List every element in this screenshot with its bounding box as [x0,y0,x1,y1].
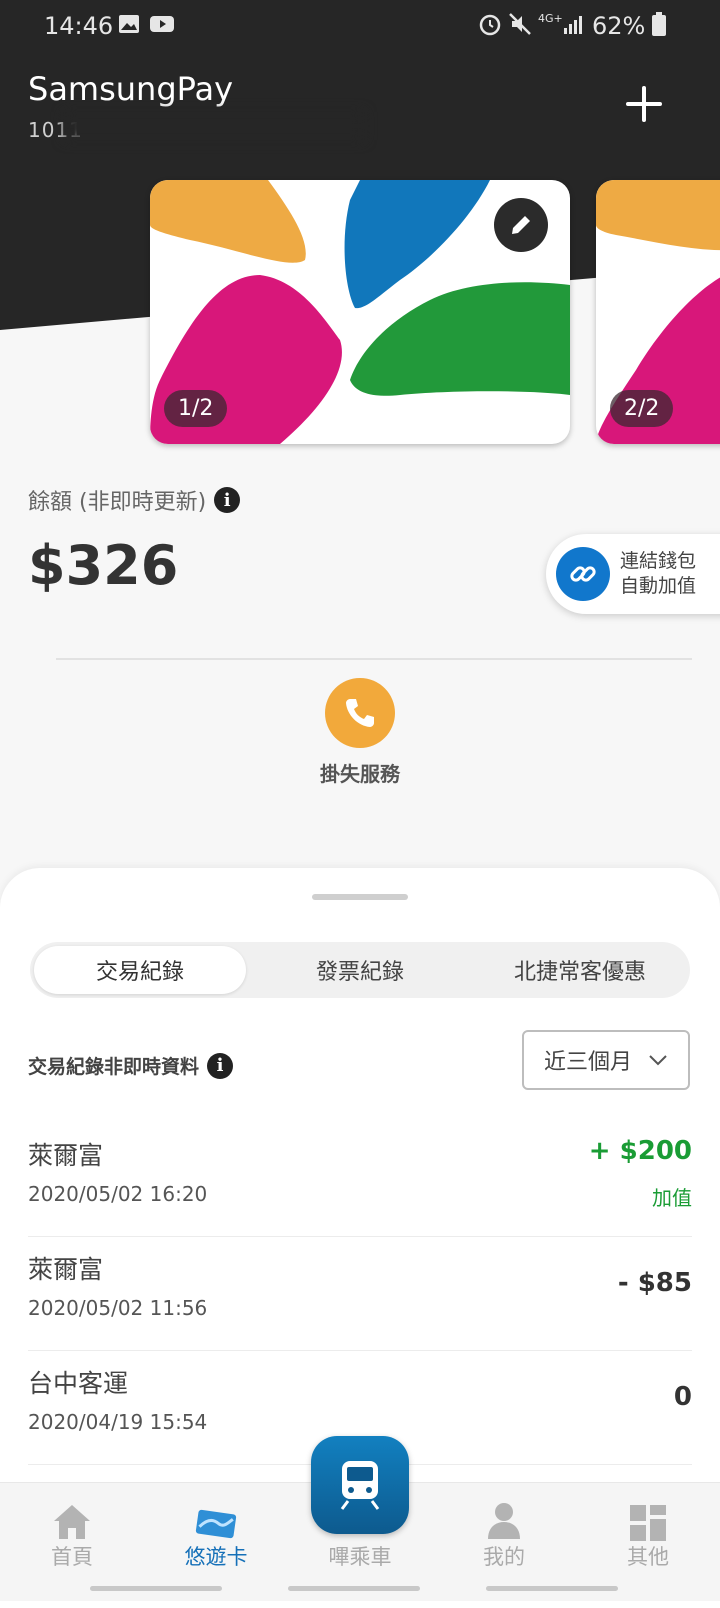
records-note-row: 交易紀錄非即時資料 i [28,1052,234,1079]
nav-others[interactable]: 其他 [588,1493,708,1571]
record-tabs: 交易紀錄 發票紀錄 北捷常客優惠 [30,942,690,998]
transaction-amount: + $200 [588,1136,692,1166]
mute-icon [509,13,531,35]
balance-amount: $326 [28,534,179,597]
system-recents-bar[interactable] [90,1586,222,1591]
battery-icon [652,12,666,36]
tab-metro-discount[interactable]: 北捷常客優惠 [474,946,686,994]
link-wallet-button[interactable]: 連結錢包 自動加值 [546,534,720,614]
nav-mine-label: 我的 [483,1545,525,1569]
transaction-row[interactable]: 萊爾富 2020/05/02 11:56 - $85 [28,1236,692,1351]
youtube-icon [150,16,174,32]
home-icon [54,1505,90,1539]
signal-icon [564,16,582,34]
lost-service-label: 掛失服務 [320,762,400,786]
transaction-merchant: 萊爾富 [28,1141,104,1170]
system-back-bar[interactable] [486,1586,618,1591]
transaction-merchant: 台中客運 [28,1369,129,1398]
ride-fab-button[interactable] [311,1436,409,1534]
info-icon[interactable]: i [214,487,241,513]
sheet-drag-handle[interactable] [312,894,408,900]
status-bar: 14:46 4G+ 62% [0,0,720,52]
train-icon [340,1461,380,1510]
chevron-down-icon [649,1055,667,1066]
phone-icon [346,699,374,727]
image-icon [119,15,139,33]
edit-card-button[interactable] [494,198,548,252]
transaction-merchant: 萊爾富 [28,1255,104,1284]
nav-home-label: 首頁 [51,1545,93,1569]
nav-easycard[interactable]: 悠遊卡 [156,1493,276,1571]
balance-label: 餘額 (非即時更新) [28,490,207,515]
nav-easycard-label: 悠遊卡 [184,1545,248,1569]
records-note: 交易紀錄非即時資料 [28,1056,200,1078]
transaction-row[interactable]: 萊爾富 2020/05/02 16:20 + $200 加值 [28,1122,692,1237]
nav-others-label: 其他 [627,1545,669,1569]
card-icon [195,1509,237,1539]
easycard-card-2[interactable]: 2/2 [596,180,720,444]
transaction-datetime: 2020/05/02 11:56 [28,1296,208,1320]
pencil-icon [512,216,530,234]
nav-ride-label: 嗶乘車 [328,1545,392,1569]
easycard-card[interactable]: 1/2 [150,180,570,444]
card-index-badge: 2/2 [610,390,674,427]
date-range-select[interactable]: 近三個月 [522,1030,690,1090]
transaction-amount: 0 [673,1382,692,1412]
tab-invoices[interactable]: 發票紀錄 [254,946,466,994]
lost-service-button[interactable] [325,678,395,748]
battery-percent: 62% [592,12,646,40]
balance-label-row: 餘額 (非即時更新) i [28,484,241,516]
nav-home[interactable]: 首頁 [12,1493,132,1571]
add-card-button[interactable] [620,80,668,128]
transaction-type-tag: 加值 [652,1186,692,1210]
alarm-icon [479,14,501,36]
nav-mine[interactable]: 我的 [444,1493,564,1571]
link-wallet-text: 連結錢包 自動加值 [620,549,696,599]
status-time: 14:46 [44,12,114,40]
grid-icon [630,1505,666,1541]
link-wallet-line1: 連結錢包 [620,550,697,572]
link-wallet-line2: 自動加值 [620,575,697,597]
person-icon [488,1503,520,1539]
app-title: SamsungPay [28,70,234,108]
divider [56,658,692,660]
account-redaction [64,112,364,140]
date-range-value: 近三個月 [543,1050,632,1075]
system-home-bar[interactable] [288,1586,420,1591]
transaction-datetime: 2020/04/19 15:54 [28,1410,208,1434]
card-index-badge: 1/2 [164,390,228,427]
info-icon[interactable]: i [207,1052,234,1079]
tab-transactions[interactable]: 交易紀錄 [34,946,246,994]
network-type: 4G+ [538,12,563,25]
transaction-amount: - $85 [617,1268,692,1298]
transaction-datetime: 2020/05/02 16:20 [28,1182,208,1206]
chain-link-icon [556,547,610,601]
